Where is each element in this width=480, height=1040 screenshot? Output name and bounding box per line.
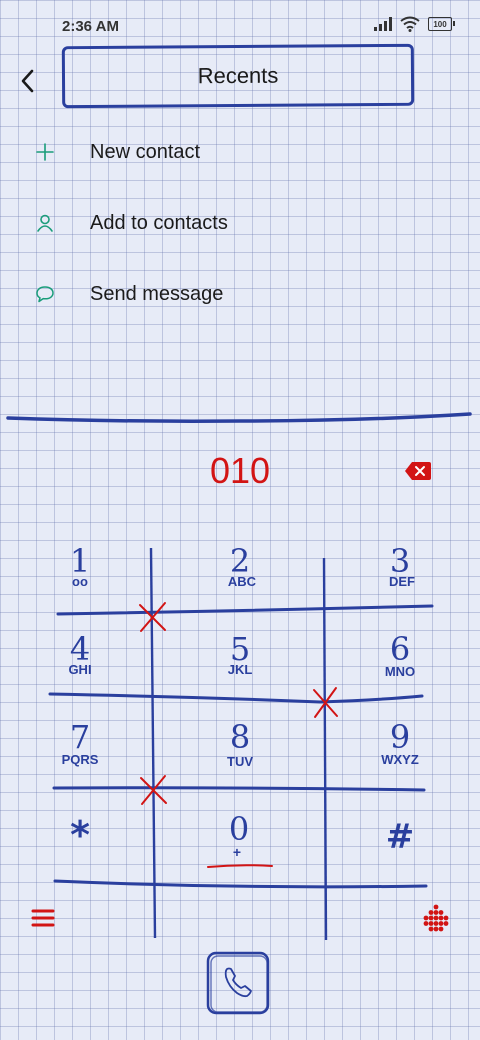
key-letters: GHI xyxy=(68,662,91,677)
title-box: Recents xyxy=(61,43,415,109)
key-digit: * xyxy=(70,813,90,857)
key-1[interactable]: 1 oo xyxy=(20,538,140,618)
key-digit: # xyxy=(386,817,415,857)
key-digit: 8 xyxy=(230,718,250,756)
key-0[interactable]: 0 + xyxy=(180,800,300,880)
message-icon xyxy=(30,279,60,309)
key-letters: + xyxy=(233,844,241,860)
key-star[interactable]: * xyxy=(20,808,140,888)
delete-button[interactable] xyxy=(404,461,432,481)
menu-button[interactable] xyxy=(30,907,56,929)
battery-icon: 100 xyxy=(428,17,455,31)
new-contact-label: New contact xyxy=(90,140,201,163)
backspace-icon xyxy=(405,462,431,480)
phone-icon xyxy=(224,967,252,998)
key-3[interactable]: 3 DEF xyxy=(340,538,460,618)
person-icon xyxy=(30,208,60,238)
key-7[interactable]: 7 PQRS xyxy=(20,714,140,794)
key-letters: oo xyxy=(72,574,88,589)
call-button[interactable] xyxy=(205,950,271,1016)
dialpad-icon xyxy=(423,904,449,932)
add-to-contacts-label: Add to contacts xyxy=(90,211,228,234)
key-hash[interactable]: # xyxy=(340,808,460,888)
send-message-option[interactable]: Send message xyxy=(30,271,450,317)
key-8[interactable]: 8 TUV xyxy=(180,714,300,794)
key-letters: JKL xyxy=(228,662,253,677)
key-2[interactable]: 2 ABC xyxy=(180,538,300,618)
dialed-number: 010 xyxy=(209,450,271,491)
add-to-contacts-option[interactable]: Add to contacts xyxy=(30,200,450,246)
key-digit: 6 xyxy=(390,630,410,668)
key-4[interactable]: 4 GHI xyxy=(20,626,140,706)
send-message-label: Send message xyxy=(90,282,224,305)
key-letters: TUV xyxy=(227,754,253,769)
dialpad-toggle-button[interactable] xyxy=(422,904,450,932)
plus-icon xyxy=(30,137,60,167)
wifi-icon xyxy=(400,16,420,32)
back-button[interactable] xyxy=(14,64,44,98)
menu-icon xyxy=(31,909,55,927)
key-6[interactable]: 6 MNO xyxy=(340,626,460,706)
key-digit: 0 xyxy=(229,810,249,848)
page-title: Recents xyxy=(197,62,279,89)
battery-level: 100 xyxy=(433,19,447,29)
status-icons: 100 xyxy=(374,16,455,32)
key-letters: PQRS xyxy=(62,752,99,767)
signal-icon xyxy=(374,17,392,31)
key-letters: MNO xyxy=(385,664,415,679)
key-5[interactable]: 5 JKL xyxy=(180,626,300,706)
key-letters: ABC xyxy=(228,574,257,589)
status-time: 2:36 AM xyxy=(62,18,119,35)
chevron-left-icon xyxy=(21,69,34,93)
key-digit: 7 xyxy=(70,718,90,756)
key-letters: WXYZ xyxy=(381,752,419,767)
key-digit: 9 xyxy=(390,718,410,756)
key-9[interactable]: 9 WXYZ xyxy=(340,714,460,794)
key-letters: DEF xyxy=(389,574,415,589)
new-contact-option[interactable]: New contact xyxy=(30,129,450,175)
